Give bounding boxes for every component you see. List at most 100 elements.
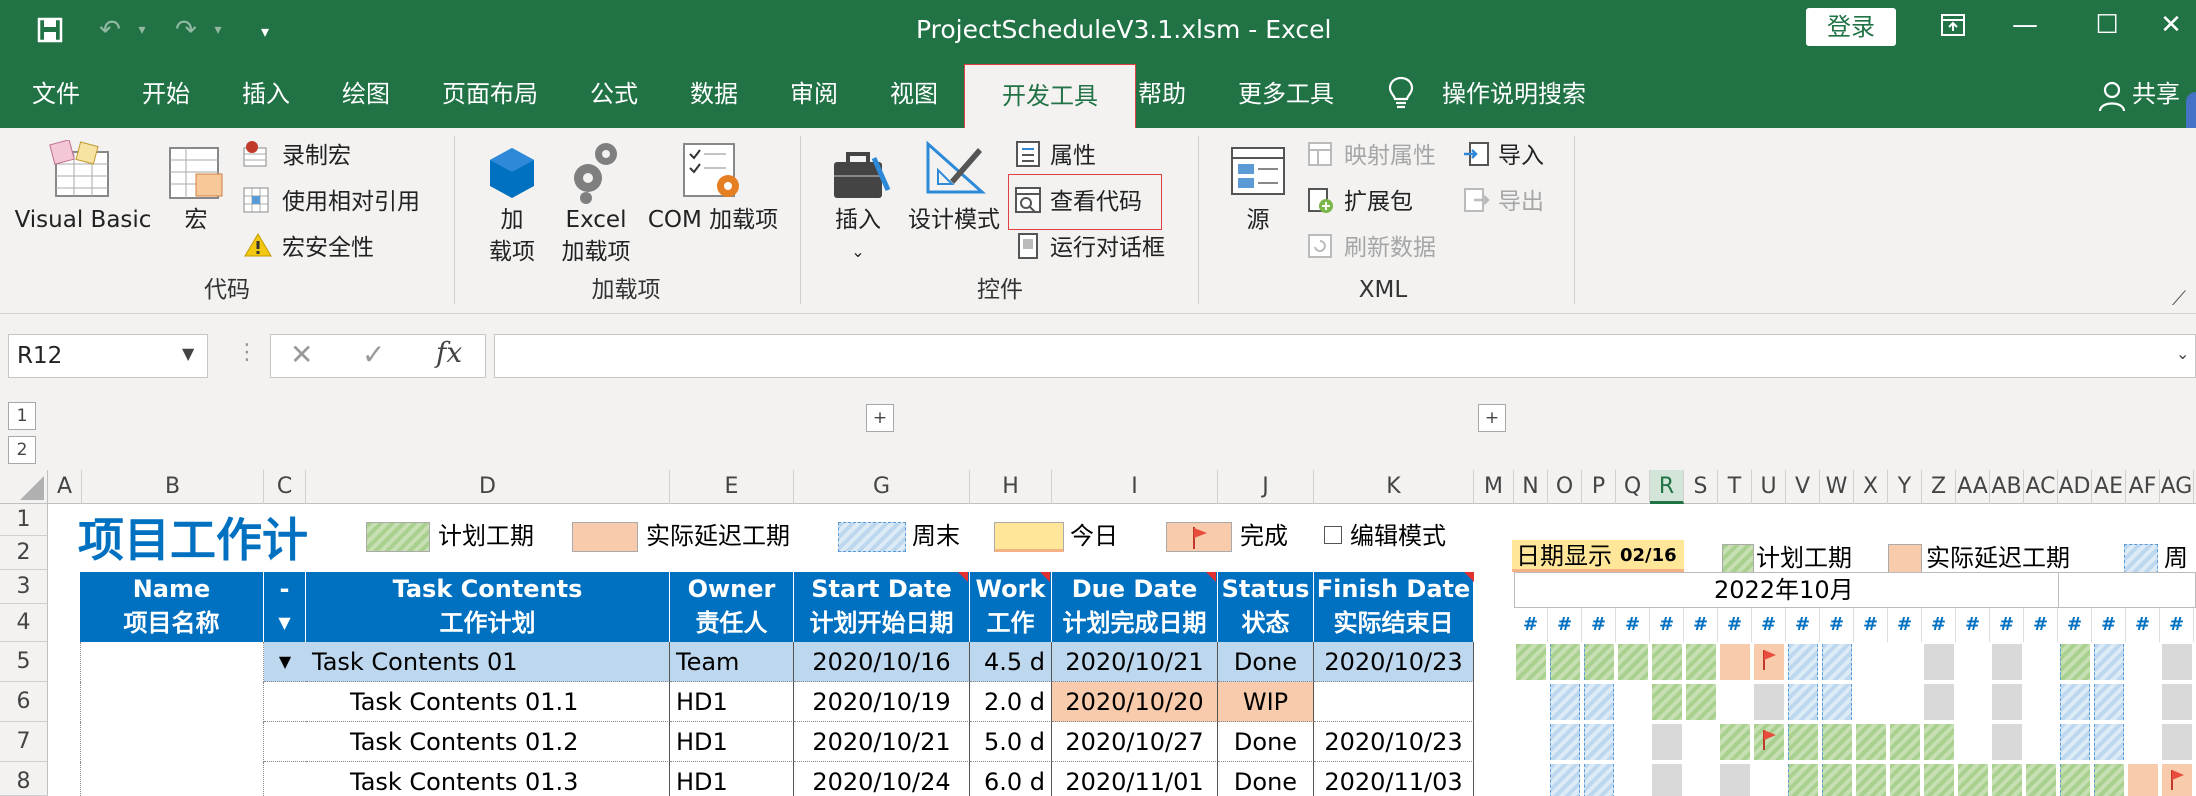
outline-level-1-button[interactable]: 1 [8,402,36,430]
addins-button-line2[interactable]: 载项 [480,236,544,268]
task-cell-task[interactable]: Task Contents 01.3 [306,762,670,796]
ribbon-display-icon[interactable] [1920,0,1986,50]
expansion-packs-button[interactable]: 扩展包 [1344,186,1413,218]
column-header[interactable]: W [1820,470,1854,504]
task-cell-owner[interactable]: HD1 [670,682,794,722]
task-cell-due[interactable]: 2020/10/21 [1052,642,1218,682]
macros-button[interactable]: 宏 [170,204,222,236]
column-header[interactable]: H [970,470,1052,504]
task-cell-status[interactable]: WIP [1218,682,1314,722]
column-header[interactable]: C [264,470,306,504]
tab-file[interactable]: 文件 [32,60,80,128]
column-header[interactable]: Z [1922,470,1956,504]
column-header[interactable]: Y [1888,470,1922,504]
insert-dropdown-icon[interactable]: ⌄ [844,236,872,268]
task-cell-work[interactable]: 6.0 d [970,762,1052,796]
task-cell-start[interactable]: 2020/10/21 [794,722,970,762]
row-header[interactable]: 8 [0,762,48,796]
column-header[interactable]: G [794,470,970,504]
select-all-corner[interactable] [0,470,48,504]
task-cell-status[interactable]: Done [1218,642,1314,682]
macro-security-button[interactable]: 宏安全性 [282,232,374,264]
column-header[interactable]: AF [2126,470,2160,504]
row-header[interactable]: 5 [0,642,48,682]
run-dialog-button[interactable]: 运行对话框 [1050,232,1165,264]
column-header[interactable]: O [1548,470,1582,504]
name-cell[interactable] [80,682,264,722]
task-cell-work[interactable]: 4.5 d [970,642,1052,682]
record-macro-button[interactable]: 录制宏 [282,140,351,172]
column-header[interactable]: AC [2024,470,2058,504]
task-cell-due[interactable]: 2020/10/27 [1052,722,1218,762]
undo-dropdown-icon[interactable]: ▾ [132,0,152,60]
collapse-icon[interactable]: ▼ [264,642,306,682]
expand-group-button[interactable]: + [1478,404,1506,432]
column-header[interactable]: A [48,470,82,504]
task-cell-finish[interactable]: 2020/10/23 [1314,722,1474,762]
tab-review[interactable]: 审阅 [790,60,838,128]
tab-more-tools[interactable]: 更多工具 [1238,60,1334,128]
column-header[interactable]: P [1582,470,1616,504]
column-header[interactable]: D [306,470,670,504]
save-icon[interactable] [30,0,70,66]
tab-home[interactable]: 开始 [142,60,190,128]
outline-level-2-button[interactable]: 2 [8,436,36,464]
task-cell-start[interactable]: 2020/10/19 [794,682,970,722]
task-cell-owner[interactable]: HD1 [670,722,794,762]
view-code-button[interactable]: 查看代码 [1050,186,1142,218]
column-header[interactable]: I [1052,470,1218,504]
com-addins-button[interactable]: COM 加载项 [640,204,786,236]
undo-icon[interactable]: ↶ [90,0,130,60]
task-cell-owner[interactable]: HD1 [670,762,794,796]
cancel-icon[interactable]: ✕ [290,338,313,371]
import-button[interactable]: 导入 [1498,140,1544,172]
task-cell-due[interactable]: 2020/11/01 [1052,762,1218,796]
tell-me-search[interactable]: 操作说明搜索 [1442,60,1586,128]
excel-addins-line2[interactable]: 加载项 [554,236,638,268]
column-header[interactable]: X [1854,470,1888,504]
row-header[interactable]: 6 [0,682,48,722]
column-header[interactable]: AG [2160,470,2194,504]
tab-insert[interactable]: 插入 [242,60,290,128]
row-header[interactable]: 3 [0,570,48,604]
task-cell-work[interactable]: 5.0 d [970,722,1052,762]
addins-button-line1[interactable]: 加 [480,204,544,236]
column-header[interactable]: T [1718,470,1752,504]
column-header[interactable]: E [670,470,794,504]
column-header[interactable]: U [1752,470,1786,504]
maximize-icon[interactable]: ☐ [2074,0,2140,50]
name-cell[interactable] [80,642,264,682]
redo-dropdown-icon[interactable]: ▾ [208,0,228,60]
collapse-ribbon-icon[interactable]: ⟋ [2172,286,2186,310]
tab-draw[interactable]: 绘图 [342,60,390,128]
task-cell-task[interactable]: Task Contents 01.2 [306,722,670,762]
row-header[interactable]: 2 [0,536,48,570]
relative-reference-button[interactable]: 使用相对引用 [282,186,420,218]
tab-data[interactable]: 数据 [690,60,738,128]
tab-formulas[interactable]: 公式 [590,60,638,128]
tab-help[interactable]: 帮助 [1138,60,1186,128]
column-header[interactable]: AD [2058,470,2092,504]
share-button[interactable]: 共享 [2132,60,2180,128]
visual-basic-button[interactable]: Visual Basic [14,204,152,236]
column-header[interactable]: AE [2092,470,2126,504]
redo-icon[interactable]: ↷ [166,0,206,60]
task-cell-owner[interactable]: Team [670,642,794,682]
tab-developer[interactable]: 开发工具 [964,64,1136,128]
excel-addins-line1[interactable]: Excel [554,204,638,236]
expand-group-button[interactable]: + [866,404,894,432]
column-header[interactable]: S [1684,470,1718,504]
task-cell-start[interactable]: 2020/10/16 [794,642,970,682]
task-cell-task[interactable]: Task Contents 01.1 [306,682,670,722]
row-header[interactable]: 1 [0,504,48,536]
expand-formula-icon[interactable]: ⌄ [2176,344,2189,363]
insert-control-button[interactable]: 插入 [828,204,888,236]
column-header[interactable]: AB [1990,470,2024,504]
task-cell-finish[interactable]: 2020/10/23 [1314,642,1474,682]
name-cell[interactable] [80,722,264,762]
tab-view[interactable]: 视图 [890,60,938,128]
customize-qat-icon[interactable]: ▾ [250,2,280,62]
column-header[interactable]: J [1218,470,1314,504]
collapse-icon[interactable]: ▼ [264,606,305,640]
task-cell-status[interactable]: Done [1218,762,1314,796]
